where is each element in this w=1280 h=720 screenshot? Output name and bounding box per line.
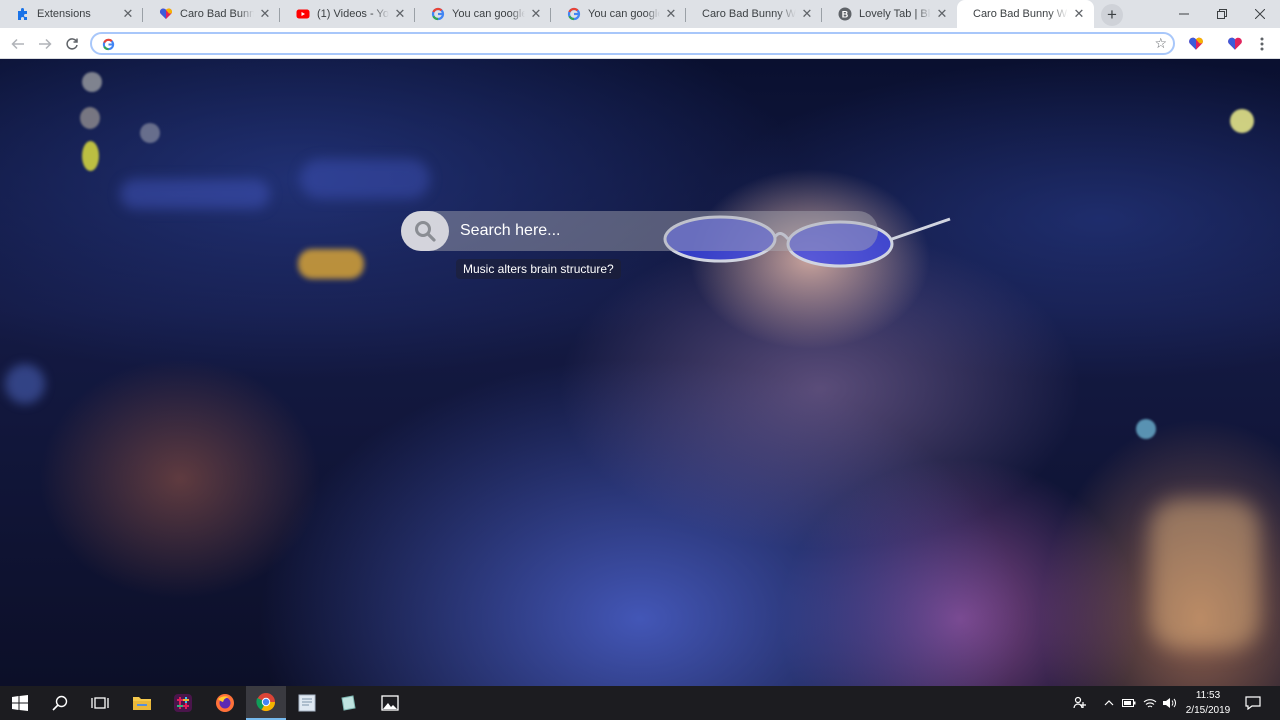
address-bar[interactable]: ☆ <box>90 32 1175 55</box>
close-tab-icon[interactable]: ✕ <box>121 6 135 21</box>
address-input[interactable] <box>122 35 1122 52</box>
google-icon <box>567 7 581 21</box>
bokeh-light <box>80 107 100 129</box>
bokeh-light <box>298 249 364 279</box>
windows-taskbar: 11:53 2/15/2019 <box>0 686 1280 720</box>
search-icon <box>415 221 436 242</box>
bokeh-light <box>5 364 45 404</box>
search-icon[interactable] <box>40 686 80 720</box>
bokeh-light <box>1230 109 1254 133</box>
heart-extension-icon[interactable] <box>1225 34 1245 54</box>
tab-extensions[interactable]: Extensions ✕ <box>0 0 143 28</box>
close-tab-icon[interactable]: ✕ <box>800 6 814 21</box>
bokeh-light <box>82 72 102 92</box>
close-tab-icon[interactable]: ✕ <box>258 6 272 21</box>
search-input[interactable] <box>449 211 878 251</box>
youtube-icon <box>296 7 310 21</box>
bookmark-star-icon[interactable]: ☆ <box>1154 35 1167 52</box>
fact-quote-link[interactable]: Music alters brain structure? <box>456 259 621 279</box>
tab-title: (1) Videos - YouTu <box>317 8 389 20</box>
task-view-icon[interactable] <box>80 686 120 720</box>
back-button[interactable] <box>6 32 30 56</box>
lovely-heart-icon <box>159 7 173 21</box>
chrome-icon[interactable] <box>246 686 286 720</box>
clock-date: 2/15/2019 <box>1185 705 1231 716</box>
google-icon <box>100 36 116 52</box>
minimize-button[interactable] <box>1165 0 1203 28</box>
sticky-icon[interactable] <box>328 686 368 720</box>
bokeh-light <box>82 141 99 171</box>
puzzle-icon <box>16 7 30 21</box>
tab-google-1[interactable]: You can google he ✕ <box>415 0 551 28</box>
tab-title: Extensions <box>37 8 91 20</box>
tab-title: Lovely Tab | Blog <box>859 8 931 20</box>
tab-caro-bad-bunny-1[interactable]: Caro Bad Bunny W ✕ <box>143 0 280 28</box>
lovely-tab-extension-icon[interactable] <box>1186 34 1206 54</box>
close-tab-icon[interactable]: ✕ <box>935 6 949 21</box>
reload-button[interactable] <box>60 32 84 56</box>
tab-title: Caro Bad Bunny Wallpa <box>973 8 1068 20</box>
tab-strip: Extensions ✕ Caro Bad Bunny W ✕ (1) Vide… <box>0 0 1280 28</box>
bokeh-light <box>1136 419 1156 439</box>
bokeh-light <box>300 159 430 199</box>
tab-caro-bad-bunny-2[interactable]: Caro Bad Bunny Wallpa ✕ <box>686 0 822 28</box>
tab-caro-bad-bunny-active[interactable]: Caro Bad Bunny Wallpa ✕ <box>957 0 1094 28</box>
svg-text:B: B <box>842 10 849 20</box>
wifi-icon[interactable] <box>1141 686 1159 720</box>
tab-title: Caro Bad Bunny Wallpa <box>702 8 796 20</box>
tab-google-2[interactable]: You can google he ✕ <box>551 0 686 28</box>
tab-youtube[interactable]: (1) Videos - YouTu ✕ <box>280 0 415 28</box>
photos-icon[interactable] <box>370 686 410 720</box>
tab-title: Caro Bad Bunny W <box>180 8 254 20</box>
close-tab-icon[interactable]: ✕ <box>1072 6 1086 21</box>
system-clock[interactable]: 11:53 2/15/2019 <box>1180 688 1236 718</box>
restore-button[interactable] <box>1203 0 1241 28</box>
wallpaper-background: Music alters brain structure? <box>0 59 1280 686</box>
blogger-b-icon: B <box>838 7 852 21</box>
windows-start-icon[interactable] <box>0 686 40 720</box>
bokeh-light <box>120 179 270 209</box>
volume-icon[interactable] <box>1160 686 1178 720</box>
file-explorer-icon[interactable] <box>122 686 162 720</box>
notification-center-icon[interactable] <box>1242 686 1264 720</box>
menu-kebab-icon[interactable] <box>1252 34 1272 54</box>
search-button[interactable] <box>401 211 449 251</box>
search-bar <box>401 211 878 251</box>
tab-lovely-blog[interactable]: B Lovely Tab | Blog ✕ <box>822 0 957 28</box>
close-tab-icon[interactable]: ✕ <box>664 6 678 21</box>
people-icon[interactable] <box>1070 686 1090 720</box>
tab-title: You can google he <box>452 8 525 20</box>
close-window-button[interactable] <box>1241 0 1279 28</box>
tab-title: You can google he <box>588 8 660 20</box>
google-icon <box>431 7 445 21</box>
close-tab-icon[interactable]: ✕ <box>393 6 407 21</box>
battery-icon[interactable] <box>1120 686 1138 720</box>
notepad-icon[interactable] <box>287 686 327 720</box>
new-tab-button[interactable]: + <box>1101 4 1123 26</box>
clock-time: 11:53 <box>1195 690 1221 701</box>
bokeh-light <box>1150 499 1260 649</box>
bokeh-light <box>140 123 160 143</box>
close-tab-icon[interactable]: ✕ <box>529 6 543 21</box>
chevron-up-icon[interactable] <box>1100 686 1118 720</box>
browser-toolbar: ☆ <box>0 28 1280 59</box>
slack-icon[interactable] <box>163 686 203 720</box>
forward-button[interactable] <box>33 32 57 56</box>
firefox-icon[interactable] <box>205 686 245 720</box>
